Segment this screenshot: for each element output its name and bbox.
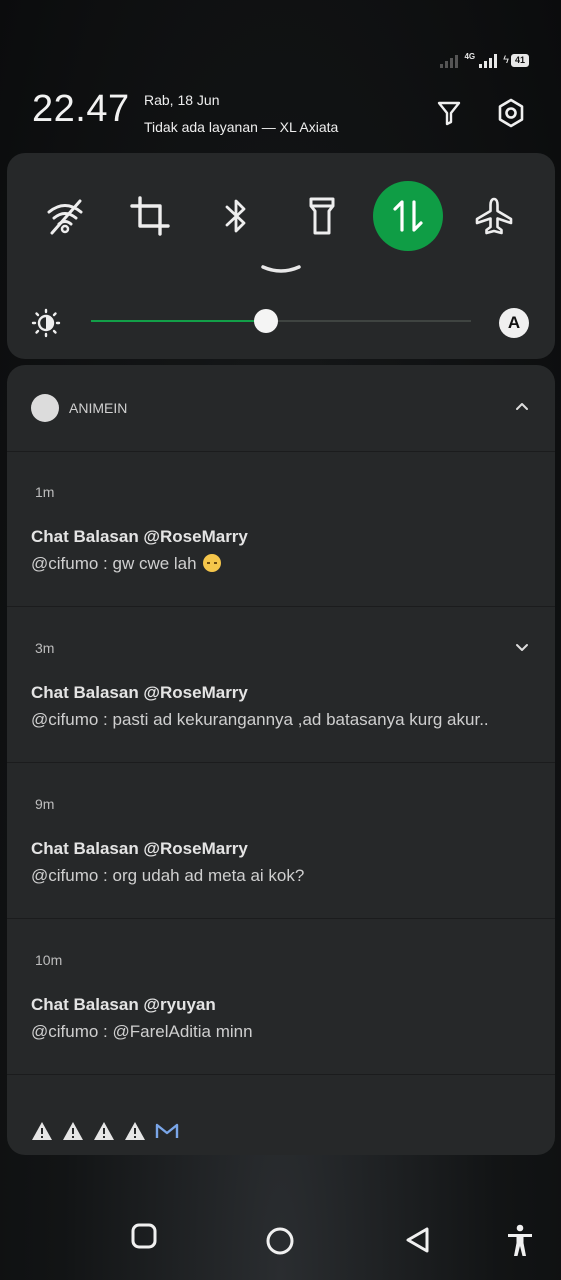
home-button[interactable]	[265, 1226, 295, 1261]
warning-icon	[63, 1122, 83, 1140]
status-bar: 4G ϟ 41	[440, 52, 529, 68]
bluetooth-tile[interactable]	[201, 181, 271, 251]
wifi-off-icon	[47, 199, 83, 235]
accessibility-button[interactable]	[506, 1224, 534, 1263]
bluetooth-icon	[225, 199, 246, 233]
filter-icon	[437, 101, 461, 126]
wifi-tile[interactable]	[30, 181, 100, 251]
notification-time: 10m	[35, 952, 63, 968]
mobile-data-tile[interactable]	[373, 181, 443, 251]
notification-time: 9m	[35, 796, 55, 812]
notification-item[interactable]: 9m Chat Balasan @RoseMarry @cifumo : org…	[7, 763, 555, 919]
screenshot-tile[interactable]	[115, 181, 185, 251]
charging-icon: ϟ	[503, 54, 509, 66]
date-label[interactable]: Rab, 18 Jun	[144, 92, 220, 108]
flashlight-icon	[309, 197, 335, 235]
notification-body: @cifumo : pasti ad kekurangannya ,ad bat…	[31, 710, 489, 729]
settings-button[interactable]	[494, 96, 528, 130]
auto-brightness-button[interactable]: A	[499, 308, 529, 338]
notification-group: ANIMEIN 1m Chat Balasan @RoseMarry @cifu…	[7, 365, 555, 1155]
battery-level: 41	[510, 53, 529, 67]
airplane-tile[interactable]	[459, 181, 529, 251]
crop-icon	[130, 196, 170, 236]
notification-body: @cifumo : @FarelAditia minn	[31, 1022, 253, 1041]
network-type: 4G	[464, 52, 476, 61]
notification-title: Chat Balasan @ryuyan	[31, 995, 216, 1014]
warning-icon	[125, 1122, 145, 1140]
accessibility-icon	[508, 1224, 532, 1256]
circle-icon	[266, 1227, 294, 1255]
app-icon	[31, 394, 59, 422]
notification-time: 1m	[35, 484, 55, 500]
notification-body: @cifumo : gw cwe lah	[31, 554, 531, 574]
back-button[interactable]	[403, 1225, 431, 1260]
notification-icons-row	[31, 1121, 179, 1141]
mobile-data-icon	[393, 200, 423, 232]
notification-item[interactable]: 10m Chat Balasan @ryuyan @cifumo : @Fare…	[7, 919, 555, 1075]
notification-body: @cifumo : org udah ad meta ai kok?	[31, 866, 305, 885]
relieved-face-emoji-icon	[203, 554, 222, 572]
signal-icon	[479, 52, 498, 68]
filter-button[interactable]	[432, 96, 466, 130]
warning-icon	[32, 1122, 52, 1140]
back-triangle-icon	[406, 1227, 429, 1253]
quick-settings-panel: A	[7, 153, 555, 359]
chevron-down-icon	[261, 265, 301, 273]
expand-handle[interactable]	[260, 263, 302, 282]
gear-icon	[498, 98, 524, 128]
recents-button[interactable]	[130, 1222, 158, 1255]
battery-icon: ϟ 41	[503, 53, 529, 67]
app-name: ANIMEIN	[69, 400, 128, 416]
airplane-icon	[475, 197, 513, 235]
gmail-icon	[155, 1123, 179, 1138]
chevron-down-icon	[516, 644, 528, 651]
flashlight-tile[interactable]	[287, 181, 357, 251]
warning-icon	[94, 1122, 114, 1140]
expand-button[interactable]	[515, 640, 529, 659]
clock[interactable]: 22.47	[32, 88, 130, 131]
notification-group-header[interactable]: ANIMEIN	[7, 365, 555, 452]
brightness-slider-thumb[interactable]	[253, 309, 278, 333]
notification-body-text: @cifumo : gw cwe lah	[31, 554, 197, 573]
notification-title: Chat Balasan @RoseMarry	[31, 683, 248, 702]
notification-title: Chat Balasan @RoseMarry	[31, 527, 248, 546]
signal-empty-icon	[440, 52, 459, 68]
brightness-icon	[31, 308, 61, 343]
notification-item[interactable]: 1m Chat Balasan @RoseMarry @cifumo : gw …	[7, 451, 555, 607]
notification-item[interactable]: 3m Chat Balasan @RoseMarry @cifumo : pas…	[7, 607, 555, 763]
collapse-button[interactable]	[515, 399, 529, 418]
carrier-label: Tidak ada layanan — XL Axiata	[144, 119, 339, 135]
square-icon	[131, 1223, 157, 1249]
brightness-slider-fill	[91, 320, 266, 322]
notification-time: 3m	[35, 640, 55, 656]
chevron-up-icon	[516, 403, 528, 410]
notification-title: Chat Balasan @RoseMarry	[31, 839, 248, 858]
